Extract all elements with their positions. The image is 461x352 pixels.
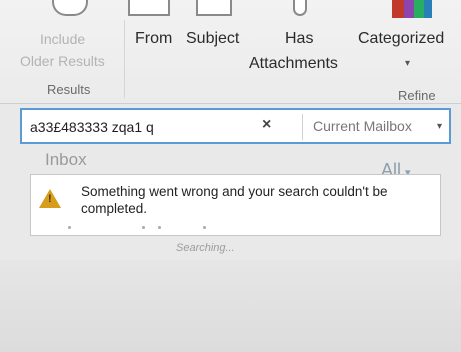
error-banner: ! Something went wrong and your search c… [30, 174, 441, 236]
ribbon: Include Older Results Results From Subje… [0, 0, 461, 104]
search-scope-label: Current Mailbox [313, 118, 412, 134]
categories-icon [392, 0, 432, 18]
results-group-label: Results [47, 82, 91, 97]
folder-name: Inbox [45, 150, 87, 169]
ribbon-divider [124, 20, 125, 98]
search-scope-dropdown[interactable]: Current Mailbox ▾ [302, 114, 448, 140]
has-attachments-line1[interactable]: Has [285, 30, 313, 48]
results-area [0, 260, 461, 352]
divider-dot [203, 226, 206, 229]
clear-search-icon[interactable]: × [262, 116, 271, 134]
divider-dot [68, 226, 71, 229]
subject-button[interactable]: Subject [186, 30, 239, 48]
from-icon [128, 0, 170, 16]
categorized-button[interactable]: Categorized [358, 30, 444, 48]
divider-dot [142, 226, 145, 229]
refine-group-label: Refine [398, 88, 436, 103]
search-tool-icon [52, 0, 88, 16]
paperclip-icon [293, 0, 307, 16]
subject-icon [196, 0, 232, 16]
from-button[interactable]: From [135, 30, 172, 48]
include-older-line2[interactable]: Older Results [20, 53, 105, 69]
warning-exclamation: ! [48, 193, 52, 205]
searching-status: Searching... [176, 242, 235, 254]
chevron-down-icon: ▾ [436, 121, 442, 132]
error-message: Something went wrong and your search cou… [81, 184, 388, 216]
has-attachments-line2[interactable]: Attachments [249, 55, 338, 73]
categorized-chevron-icon[interactable]: ▾ [405, 58, 410, 69]
divider-dot [158, 226, 161, 229]
include-older-line1[interactable]: Include [40, 31, 85, 47]
search-bar: × Current Mailbox ▾ [20, 108, 451, 144]
search-input[interactable] [30, 116, 255, 138]
